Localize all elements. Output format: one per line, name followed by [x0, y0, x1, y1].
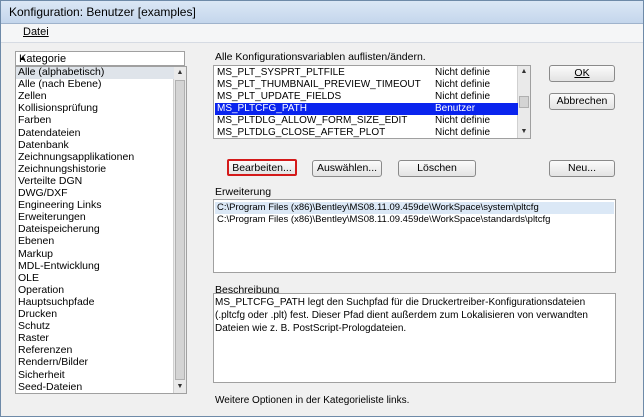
category-item[interactable]: Referenzen: [16, 345, 174, 357]
category-item[interactable]: Markup: [16, 248, 174, 261]
variable-row[interactable]: MS_PLT_UPDATE_FIELDS Nicht definie: [215, 91, 518, 103]
category-item[interactable]: Hauptsuchpfade: [16, 296, 174, 309]
category-header[interactable]: Kategorie ▲: [15, 51, 185, 66]
category-item[interactable]: Verteilte DGN: [16, 175, 174, 188]
delete-button[interactable]: Löschen: [398, 160, 476, 177]
category-item[interactable]: OLE: [16, 272, 174, 285]
scroll-down-arrow-icon[interactable]: ▼: [174, 381, 186, 393]
variable-name: MS_PLT_SYSPRT_PLTFILE: [217, 67, 345, 78]
scroll-up-arrow-icon[interactable]: ▲: [174, 67, 186, 79]
variable-name: MS_PLTCFG_PATH: [217, 103, 308, 114]
configuration-dialog: Konfiguration: Benutzer [examples] Datei…: [0, 0, 644, 417]
variables-scrollbar[interactable]: ▲ ▼: [517, 66, 530, 138]
category-item[interactable]: Alle (nach Ebene): [16, 78, 174, 91]
category-scrollbar[interactable]: ▲ ▼: [173, 67, 186, 393]
category-item[interactable]: Zellen: [16, 91, 174, 103]
category-item[interactable]: Zeichnungshistorie: [16, 163, 174, 176]
variable-row[interactable]: MS_PLT_SYSPRT_PLTFILE Nicht definie: [215, 67, 518, 79]
variable-row[interactable]: MS_PLTDLG_ALLOW_FORM_SIZE_EDIT Nicht defi…: [215, 115, 518, 127]
menu-bar: Datei: [1, 24, 643, 43]
title-bar: Konfiguration: Benutzer [examples]: [1, 1, 643, 24]
variable-row[interactable]: MS_PLTDLG_CLOSE_AFTER_PLOT Nicht definie: [215, 127, 518, 138]
category-item[interactable]: Datenbank: [16, 139, 174, 152]
scroll-down-arrow-icon[interactable]: ▼: [518, 126, 530, 138]
variables-list[interactable]: ▲ ▼ MS_PLT_SYSPRT_PLTFILE Nicht definie MS…: [213, 65, 531, 139]
cancel-button[interactable]: Abbrechen: [549, 93, 615, 110]
expansion-path-row[interactable]: C:\Program Files (x86)\Bentley\MS08.11.0…: [215, 202, 614, 214]
scroll-up-arrow-icon[interactable]: ▲: [518, 66, 530, 78]
variable-name: MS_PLT_THUMBNAIL_PREVIEW_TIMEOUT: [217, 79, 421, 90]
variables-caption: Alle Konfigurationsvariablen auflisten/ä…: [215, 51, 426, 63]
category-item[interactable]: Alle (alphabetisch): [16, 67, 174, 79]
category-item[interactable]: Seed-Dateien: [16, 381, 174, 393]
category-item[interactable]: Schutz: [16, 320, 174, 333]
category-item[interactable]: MDL-Entwicklung: [16, 260, 174, 273]
category-item[interactable]: Operation: [16, 284, 174, 297]
variable-level: Nicht definie: [435, 127, 491, 138]
category-item[interactable]: Rendern/Bilder: [16, 357, 174, 369]
category-item[interactable]: Sicherheit: [16, 369, 174, 382]
sort-up-icon: ▲: [19, 53, 27, 62]
category-item[interactable]: Ebenen: [16, 236, 174, 248]
variable-row[interactable]: MS_PLT_THUMBNAIL_PREVIEW_TIMEOUT Nicht de…: [215, 79, 518, 91]
variables-scroll-thumb[interactable]: [519, 96, 529, 108]
expansion-label: Erweiterung: [215, 186, 272, 198]
category-item[interactable]: Kollisionsprüfung: [16, 103, 174, 115]
edit-button[interactable]: Bearbeiten...: [227, 159, 297, 176]
variable-level: Nicht definie: [435, 115, 491, 126]
variable-level: Nicht definie: [435, 67, 491, 78]
footer-hint: Weitere Optionen in der Kategorieliste l…: [215, 395, 410, 406]
category-item[interactable]: Zeichnungsapplikationen: [16, 151, 174, 164]
category-item[interactable]: Engineering Links: [16, 199, 174, 212]
ok-button[interactable]: OK: [549, 65, 615, 82]
category-item[interactable]: DWG/DXF: [16, 187, 174, 200]
variable-level: Nicht definie: [435, 79, 491, 90]
variable-row[interactable]: MS_PLTCFG_PATH Benutzer: [215, 103, 518, 115]
variable-level: Nicht definie: [435, 91, 491, 102]
description-text: MS_PLTCFG_PATH legt den Suchpfad für die…: [215, 297, 588, 334]
expansion-path-row[interactable]: C:\Program Files (x86)\Bentley\MS08.11.0…: [215, 214, 550, 226]
expansion-paths-box[interactable]: C:\Program Files (x86)\Bentley\MS08.11.0…: [213, 199, 616, 273]
category-item[interactable]: Dateispeicherung: [16, 224, 174, 236]
category-item[interactable]: Erweiterungen: [16, 212, 174, 224]
ok-label: OK: [574, 67, 590, 79]
category-item[interactable]: Raster: [16, 333, 174, 345]
new-button[interactable]: Neu...: [549, 160, 615, 177]
category-list[interactable]: ▲ ▼ Alle (alphabetisch) Alle (nach Ebene)…: [15, 66, 187, 394]
menu-datei[interactable]: Datei: [23, 26, 49, 38]
variable-name: MS_PLTDLG_CLOSE_AFTER_PLOT: [217, 127, 386, 138]
category-scroll-thumb[interactable]: [175, 80, 185, 380]
category-item[interactable]: Farben: [16, 115, 174, 127]
variable-level: Benutzer: [435, 103, 476, 114]
window-title: Konfiguration: Benutzer [examples]: [9, 5, 196, 19]
category-item[interactable]: Drucken: [16, 308, 174, 321]
variable-name: MS_PLTDLG_ALLOW_FORM_SIZE_EDIT: [217, 115, 408, 126]
select-button[interactable]: Auswählen...: [312, 160, 382, 177]
variable-name: MS_PLT_UPDATE_FIELDS: [217, 91, 342, 102]
category-item[interactable]: Datendateien: [16, 127, 174, 140]
